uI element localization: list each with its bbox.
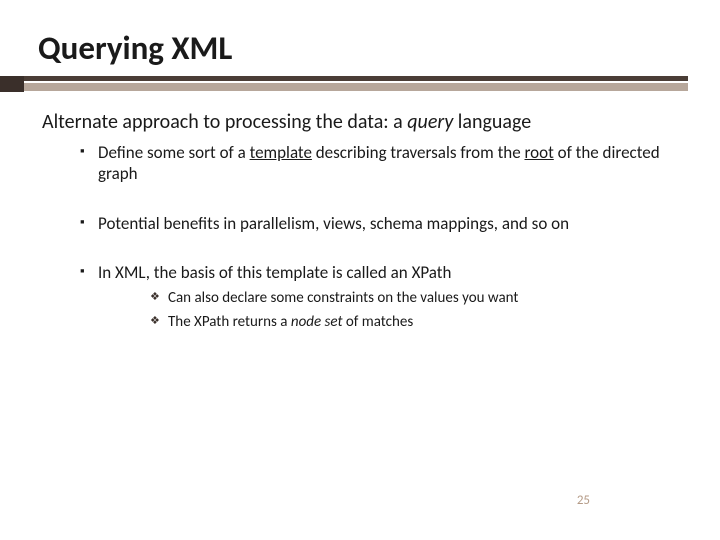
lead-em: query bbox=[407, 110, 453, 134]
lead-post: language bbox=[453, 110, 531, 134]
bullet-1: Define some sort of a template describin… bbox=[42, 142, 678, 185]
rule-line-top bbox=[0, 76, 688, 81]
slide-body: Alternate approach to processing the dat… bbox=[0, 96, 720, 332]
bullet-2: Potential benefits in parallelism, views… bbox=[42, 213, 678, 234]
b1-u1: template bbox=[250, 142, 312, 163]
b3b-post: of matches bbox=[343, 313, 414, 331]
bullet-3a: Can also declare some constraints on the… bbox=[98, 289, 678, 309]
title-wrap: Querying XML bbox=[0, 0, 720, 68]
b1-u2: root bbox=[525, 142, 554, 163]
lead-line: Alternate approach to processing the dat… bbox=[42, 110, 678, 134]
b3-text: In XML, the basis of this template is ca… bbox=[98, 262, 451, 283]
b1-pre: Define some sort of a bbox=[98, 142, 250, 163]
b1-mid: describing traversals from the bbox=[312, 142, 525, 163]
rule-line-bottom bbox=[0, 83, 688, 91]
b3b-em: node set bbox=[291, 313, 343, 331]
slide: Querying XML Alternate approach to proce… bbox=[0, 0, 720, 540]
bullet-list-level2: Can also declare some constraints on the… bbox=[98, 289, 678, 332]
bullet-list-level1: Define some sort of a template describin… bbox=[42, 142, 678, 332]
title-rule bbox=[0, 74, 720, 96]
bullet-3b: The XPath returns a node set of matches bbox=[98, 313, 678, 333]
page-number: 25 bbox=[577, 493, 590, 508]
rule-accent-block bbox=[0, 76, 24, 92]
b3b-pre: The XPath returns a bbox=[168, 313, 291, 331]
slide-title: Querying XML bbox=[38, 28, 720, 68]
bullet-3: In XML, the basis of this template is ca… bbox=[42, 262, 678, 332]
lead-pre: Alternate approach to processing the dat… bbox=[42, 110, 407, 134]
